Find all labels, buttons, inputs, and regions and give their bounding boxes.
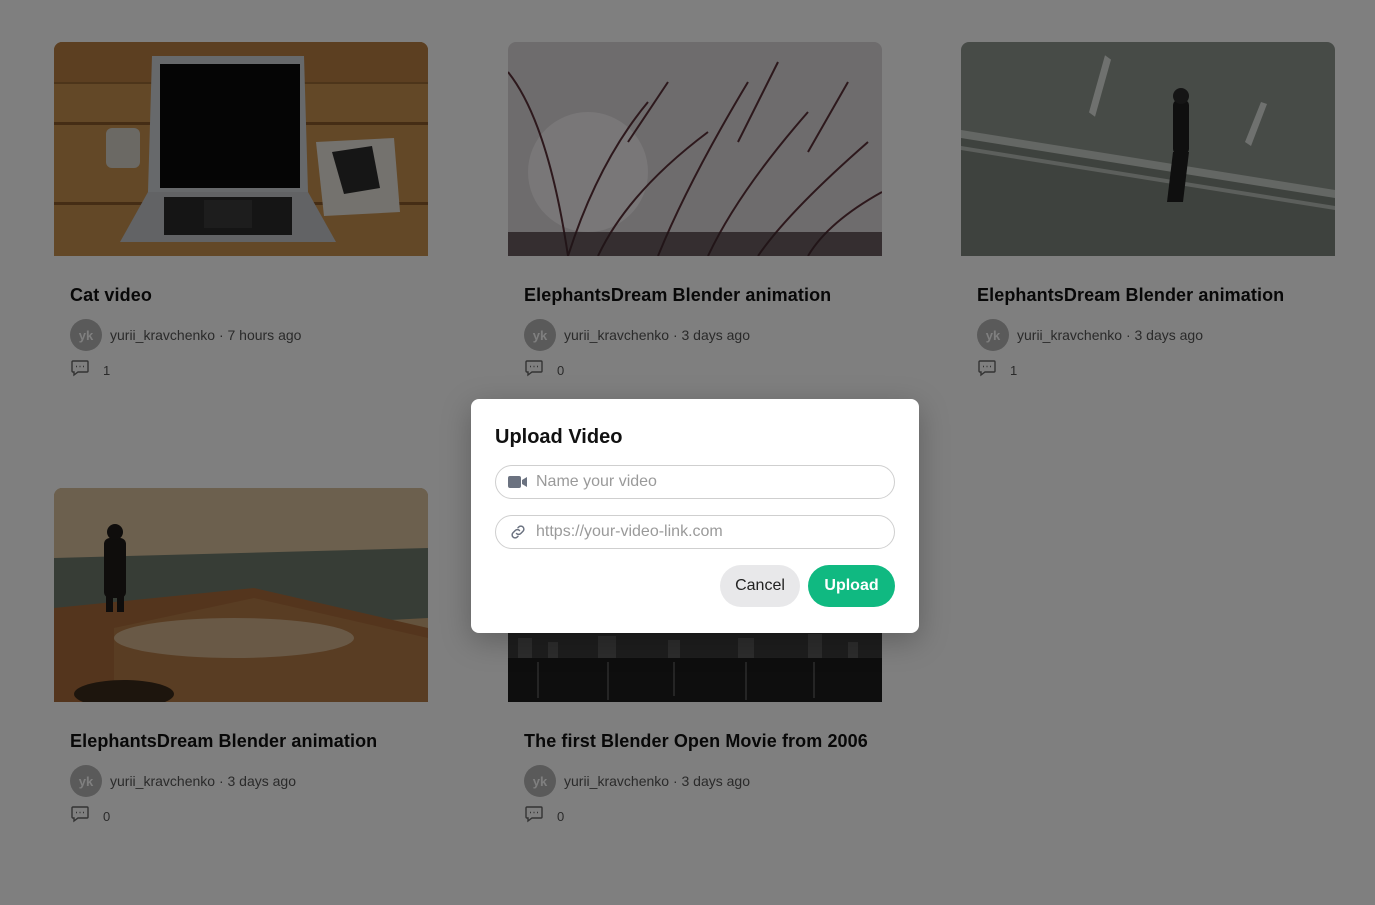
video-camera-icon — [508, 472, 528, 492]
link-icon — [508, 522, 528, 542]
upload-button[interactable]: Upload — [808, 565, 895, 607]
upload-video-dialog: Upload Video Cancel Upload — [471, 399, 919, 633]
video-link-input[interactable] — [536, 523, 876, 541]
video-link-field[interactable] — [495, 515, 895, 549]
video-name-field[interactable] — [495, 465, 895, 499]
dialog-title: Upload Video — [495, 426, 623, 448]
video-name-input[interactable] — [536, 473, 876, 491]
cancel-button[interactable]: Cancel — [720, 565, 800, 607]
